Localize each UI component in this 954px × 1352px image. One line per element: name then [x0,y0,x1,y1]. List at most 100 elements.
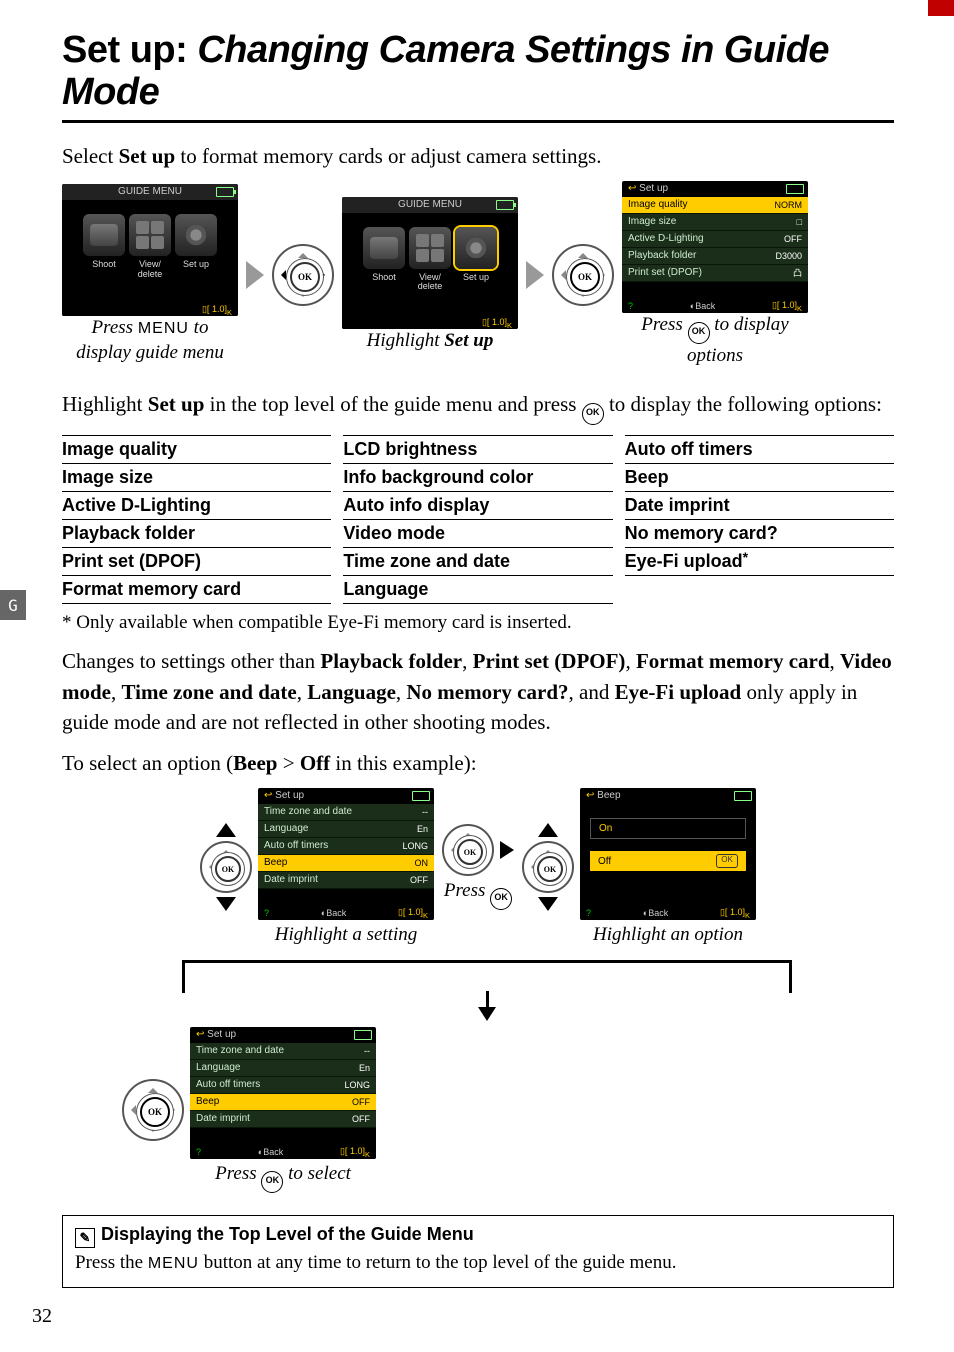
tile-view [409,227,451,269]
option-cell: Video mode [343,519,612,547]
option-cell: Time zone and date [343,547,612,575]
caption-1: Press MENU to display guide menu [62,316,238,365]
battery-icon [496,200,514,210]
arrow-icon [246,261,264,289]
caption-highlight-setting: Highlight a setting [275,924,418,946]
guide-menu-screen-2: GUIDE MENU Shoot View/ delete Set up ▯[ … [342,197,518,329]
tile-shoot [363,227,405,269]
tile-label-view: View/ delete [129,260,171,280]
info-box-title: ✎Displaying the Top Level of the Guide M… [75,1224,881,1248]
option-cell: Playback folder [62,519,331,547]
ok-icon [490,888,512,910]
tile-label-setup: Set up [175,260,217,280]
pencil-icon: ✎ [75,1228,95,1248]
tile-view [129,214,171,256]
list-item: LanguageEn [258,821,434,838]
battery-icon [786,184,804,194]
beep-option-off-selected: Off OK [590,851,746,871]
list-item: Auto off timersLONG [190,1077,376,1094]
tile-label-view: View/ delete [409,273,451,293]
tile-label-setup: Set up [455,273,497,293]
flow-row-1: GUIDE MENU Shoot View/ delete Set up ▯[ … [62,181,894,369]
options-col-3: Auto off timers Beep Date imprint No mem… [625,435,894,604]
list-item: Print set (DPOF)凸 [622,265,808,282]
ok-dial: OK [200,841,252,893]
option-cell: Info background color [343,463,612,491]
list-item: Image qualityNORM [622,197,808,214]
list-item: Image size□ [622,214,808,231]
option-cell: Format memory card [62,575,331,604]
page-title: Set up: Changing Camera Settings in Guid… [62,30,894,114]
info-box: ✎Displaying the Top Level of the Guide M… [62,1215,894,1288]
options-table: Image quality Image size Active D-Lighti… [62,435,894,604]
option-cell: Auto off timers [625,435,894,463]
caption-2: Highlight Set up [367,329,494,354]
lead-b: Set up [119,144,176,168]
setup-options-screen: ↩ Set up Image qualityNORM Image size□ A… [622,181,808,313]
tile-shoot [83,214,125,256]
side-tab: G [0,590,26,620]
tile-label-shoot: Shoot [363,273,405,293]
body-paragraph-3: Changes to settings other than Playback … [62,646,894,737]
option-cell: Eye-Fi upload* [625,547,894,576]
option-cell: Active D-Lighting [62,491,331,519]
list-item: Playback folderD3000 [622,248,808,265]
option-cell: No memory card? [625,519,894,547]
body-paragraph-4: To select an option (Beep > Off in this … [62,748,894,778]
list-item: Date imprintOFF [258,872,434,889]
beep-options-screen: ↩ Beep On Off OK ?◐Back▯[ 1.0]K [580,788,756,920]
title-underline [62,120,894,123]
list-item: Active D-LightingOFF [622,231,808,248]
ok-button-icon: OK [290,262,320,292]
beep-option-on: On [590,818,746,839]
caption-press-ok: Press [444,880,512,910]
option-cell: Date imprint [625,491,894,519]
ok-dial-lr: OK [272,244,334,306]
lead-c: to format memory cards or adjust camera … [175,144,601,168]
tile-setup [175,214,217,256]
up-down-arrows-icon: OK [200,823,252,911]
flow-bracket [182,960,792,1021]
ok-icon [582,403,604,425]
lead-a: Select [62,144,119,168]
ok-dial: OK [522,841,574,893]
footnote-star: * [743,549,748,565]
caption-press-ok-select: Press to select [215,1163,351,1193]
tile-setup-selected [455,227,497,269]
options-col-1: Image quality Image size Active D-Lighti… [62,435,331,604]
setup-screen-beep-on: ↩ Set up Time zone and date-- LanguageEn… [258,788,434,920]
title-prefix: Set up: [62,29,187,71]
ok-button-icon: OK [570,262,600,292]
up-down-arrows-icon: OK [522,823,574,911]
option-cell: Language [343,575,612,604]
caption-3: Press to display options [622,313,808,369]
footnote: * Only available when compatible Eye-Fi … [62,610,894,637]
body-paragraph-2: Highlight Set up in the top level of the… [62,389,894,425]
list-item-selected: BeepOFF [190,1094,376,1111]
list-item: Time zone and date-- [258,804,434,821]
list-item: Auto off timersLONG [258,838,434,855]
list-item-selected: BeepON [258,855,434,872]
setup-header: Set up [639,183,668,194]
flow-row-2: OK ↩ Set up Time zone and date-- Languag… [62,788,894,1193]
option-cell: Image size [62,463,331,491]
option-cell: Auto info display [343,491,612,519]
down-arrowhead-icon [478,1007,496,1021]
guide-menu-screen-1: GUIDE MENU Shoot View/ delete Set up ▯[ … [62,184,238,316]
info-box-body: Press the MENU button at any time to ret… [75,1250,881,1277]
option-cell: Image quality [62,435,331,463]
setup-screen-beep-off: ↩ Set up Time zone and date-- LanguageEn… [190,1027,376,1159]
option-cell: Print set (DPOF) [62,547,331,575]
list-item: Date imprintOFF [190,1111,376,1128]
tile-label-shoot: Shoot [83,260,125,280]
ok-dial-press: OK [552,244,614,306]
page-number: 32 [32,1305,52,1328]
option-cell: LCD brightness [343,435,612,463]
list-item: Time zone and date-- [190,1043,376,1060]
ok-icon [688,322,710,344]
caption-highlight-option: Highlight an option [593,924,743,946]
footer-count-2: ▯[ 1.0]K [342,315,518,329]
ok-dial-right: OK [442,824,494,876]
footer-count-1: ▯[ 1.0]K [62,302,238,316]
option-cell: Beep [625,463,894,491]
